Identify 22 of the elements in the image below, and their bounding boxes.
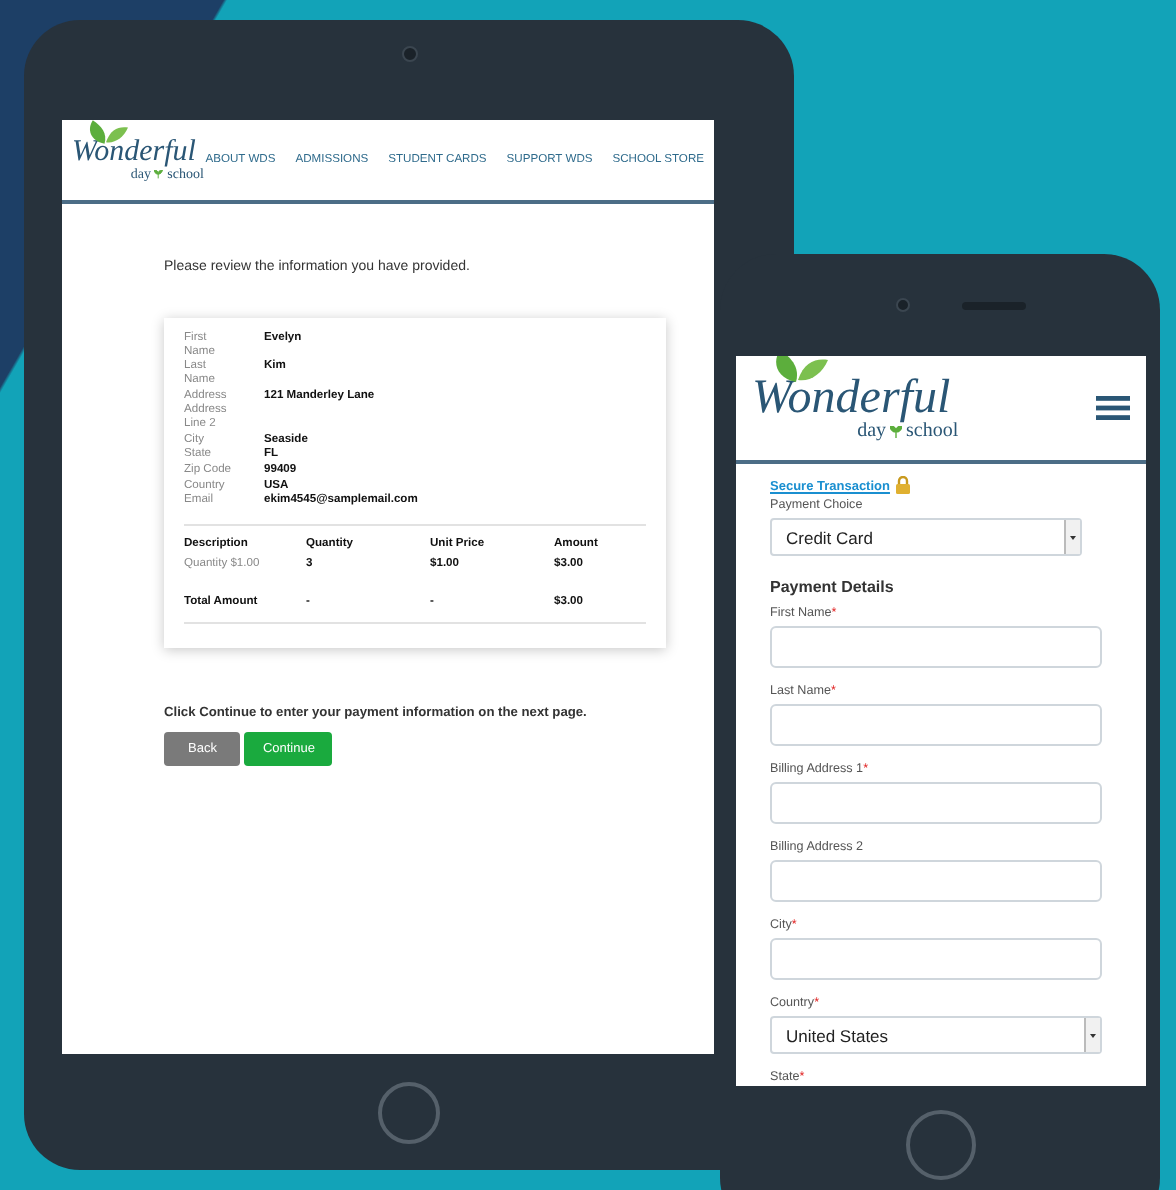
menu-icon[interactable] [1096, 396, 1130, 420]
home-button[interactable] [378, 1082, 440, 1144]
input-field[interactable] [770, 704, 1102, 746]
logo-wordmark: Wonderful [72, 138, 196, 168]
logo-tagline: school [906, 422, 959, 442]
input-field[interactable] [770, 938, 1102, 980]
input-field[interactable] [770, 626, 1102, 668]
caret-icon [1090, 1033, 1096, 1037]
dropdown-field[interactable]: United States [770, 1016, 1102, 1054]
lock-icon [895, 476, 910, 494]
camera-lens [401, 46, 417, 62]
camera-lens [895, 298, 909, 312]
logo-tagline: day [857, 422, 887, 442]
dropdown-field[interactable]: Credit Card [770, 518, 1082, 556]
sprout-icon [890, 426, 903, 438]
home-button[interactable] [905, 1110, 975, 1180]
sprout-icon [154, 170, 164, 180]
caret-icon [1070, 535, 1076, 539]
input-field[interactable] [770, 860, 1102, 902]
input-field[interactable] [770, 782, 1102, 824]
section-title: Payment Details [770, 578, 896, 596]
logo-wordmark: Wonderful [752, 374, 951, 422]
